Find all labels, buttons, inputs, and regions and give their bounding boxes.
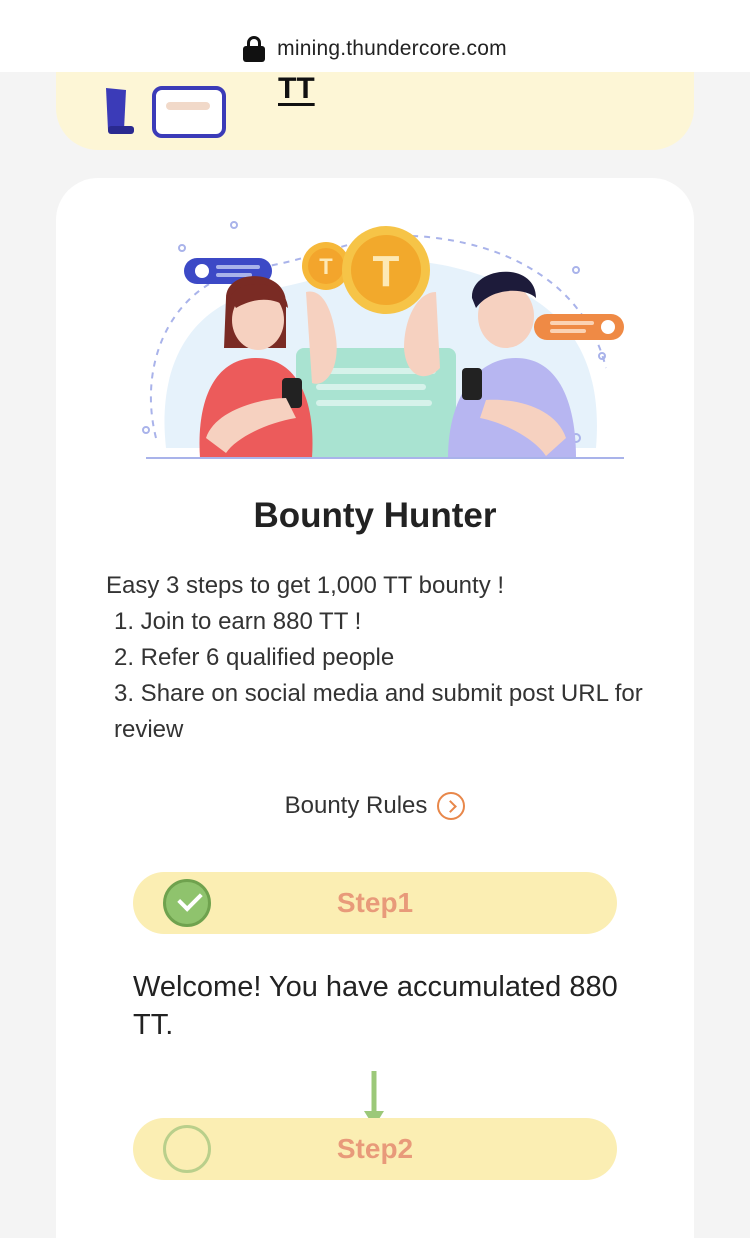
step2-pill[interactable]: Step2 bbox=[133, 1118, 617, 1180]
lock-icon bbox=[243, 36, 266, 62]
bounty-rules-label[interactable]: Bounty Rules bbox=[285, 792, 428, 820]
browser-url-bar[interactable]: mining.thundercore.com bbox=[0, 0, 750, 72]
bounty-hero-illustration: T T bbox=[142, 221, 624, 459]
bounty-intro: Easy 3 steps to get 1,000 TT bounty ! bbox=[106, 572, 505, 599]
bounty-step-2: 2. Refer 6 qualified people bbox=[114, 644, 395, 671]
bounty-step-1: 1. Join to earn 880 TT ! bbox=[114, 608, 362, 635]
svg-text:T: T bbox=[319, 254, 333, 279]
top-card-label[interactable]: TT bbox=[278, 72, 315, 106]
welcome-message: Welcome! You have accumulated 880 TT. bbox=[133, 971, 618, 1041]
bounty-step-3: 3. Share on social media and submit post… bbox=[114, 680, 643, 743]
step1-pill[interactable]: Step1 bbox=[133, 872, 617, 934]
step1-label[interactable]: Step1 bbox=[133, 872, 617, 934]
step2-label[interactable]: Step2 bbox=[133, 1118, 617, 1180]
top-card-illustration bbox=[106, 86, 226, 138]
bounty-rules-link[interactable]: Bounty Rules bbox=[56, 792, 694, 820]
bounty-card: T T Bounty Hunter Easy 3 steps to get 1,… bbox=[56, 178, 694, 1238]
chevron-right-circle-icon[interactable] bbox=[437, 792, 466, 820]
bounty-title: Bounty Hunter bbox=[253, 496, 497, 535]
url-text[interactable]: mining.thundercore.com bbox=[277, 37, 507, 61]
bounty-description: Easy 3 steps to get 1,000 TT bounty ! 1.… bbox=[106, 568, 666, 748]
svg-text:T: T bbox=[373, 247, 400, 296]
